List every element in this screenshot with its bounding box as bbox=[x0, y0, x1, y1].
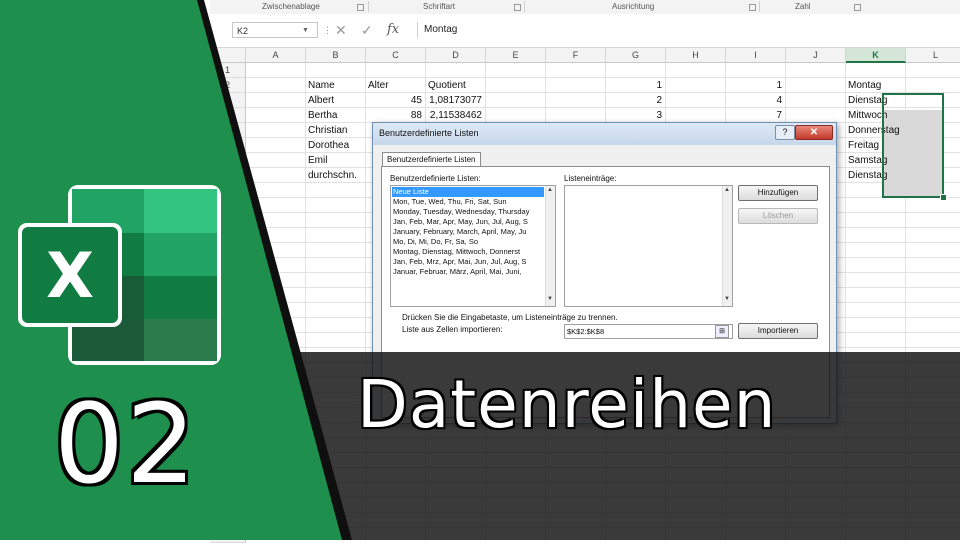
svg-text:X: X bbox=[46, 239, 94, 312]
excel-logo-icon: X bbox=[18, 185, 221, 365]
video-title: Datenreihen bbox=[357, 366, 777, 443]
episode-number: 02 bbox=[54, 380, 198, 508]
